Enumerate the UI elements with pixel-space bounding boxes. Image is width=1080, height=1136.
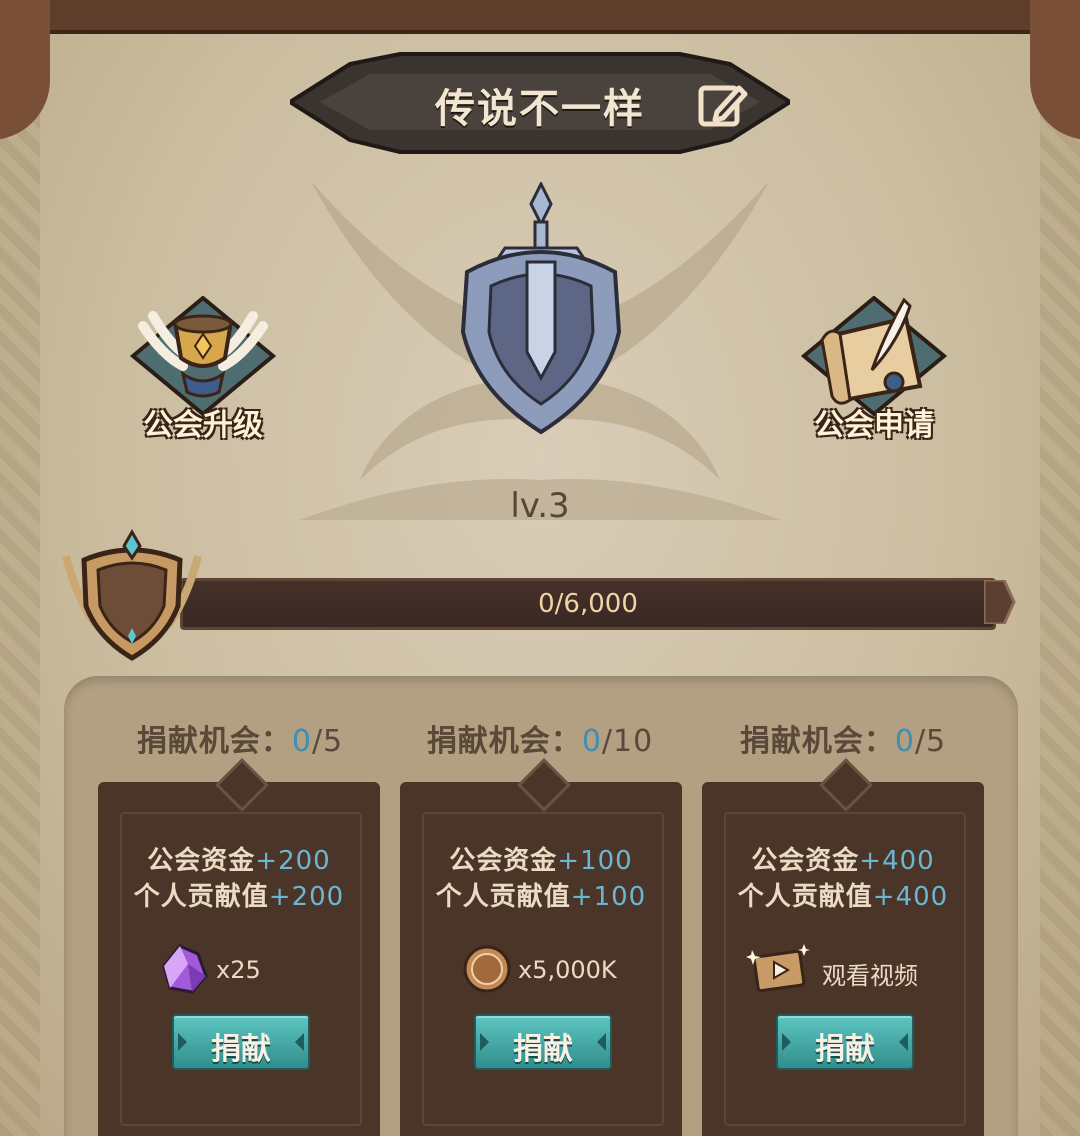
chance-current: 0 [894, 724, 915, 759]
donate-button-label: 捐献 [211, 1032, 271, 1067]
fund-label: 公会资金 [751, 846, 860, 876]
donate-button-label: 捐献 [815, 1032, 875, 1067]
donation-chance-1: 捐献机会：0/5 [90, 716, 390, 760]
contrib-label: 个人贡献值 [737, 882, 873, 912]
top-border [0, 0, 1080, 34]
contrib-value: +200 [268, 882, 345, 912]
right-border [1040, 0, 1080, 1136]
chance-max: /5 [311, 724, 344, 759]
edit-name-icon[interactable] [695, 78, 749, 132]
exp-text: 0/6,000 [538, 589, 638, 619]
gold-coin-icon [463, 945, 511, 993]
video-film-icon [746, 944, 810, 993]
donation-card-gold: 公会资金+100 个人贡献值+100 x5,000K 捐献 [400, 758, 682, 1136]
guild-level: lv.3 [510, 486, 570, 526]
fund-value: +200 [255, 846, 331, 876]
donation-chance-3: 捐献机会：0/5 [693, 716, 993, 760]
donation-card-crystal: 公会资金+200 个人贡献值+200 x25 捐献 [98, 758, 380, 1136]
donation-chance-2: 捐献机会：0/10 [390, 716, 690, 760]
guild-fund-reward: 公会资金+200 [98, 840, 380, 877]
cost-text: 观看视频 [822, 962, 918, 990]
contrib-label: 个人贡献值 [435, 882, 571, 912]
bar-end-cap [984, 580, 1016, 624]
chance-current: 0 [581, 724, 602, 759]
chance-label: 捐献机会： [739, 724, 895, 759]
guild-apply-label: 公会申请 [814, 408, 934, 443]
chance-current: 0 [291, 724, 312, 759]
guild-fund-reward: 公会资金+100 [400, 840, 682, 877]
exp-track: 0/6,000 [180, 578, 996, 630]
fund-value: +100 [557, 846, 633, 876]
purple-crystal-icon [162, 944, 208, 994]
personal-contribution-reward: 个人贡献值+100 [400, 876, 682, 913]
chance-label: 捐献机会： [136, 724, 292, 759]
chance-label: 捐献机会： [426, 724, 582, 759]
contrib-value: +100 [570, 882, 647, 912]
guild-name-banner: 传说不一样 [290, 52, 790, 156]
guild-screen: 传说不一样 公会升级 公会申请 lv.3 0/6,000 捐献机会：0/5 捐献… [0, 0, 1080, 1136]
guild-apply-button[interactable]: 公会申请 [794, 295, 954, 446]
level-shield-icon [62, 528, 202, 661]
fund-value: +400 [859, 846, 935, 876]
donation-cost: x5,000K [400, 942, 682, 1002]
left-border [0, 0, 40, 1136]
contrib-value: +400 [872, 882, 949, 912]
trophy-icon [129, 295, 277, 417]
contrib-label: 个人贡献值 [133, 882, 269, 912]
guild-emblem-icon [460, 182, 622, 435]
donate-button[interactable]: 捐献 [776, 1014, 914, 1070]
guild-exp-bar: 0/6,000 [160, 572, 1016, 630]
chance-max: /5 [914, 724, 947, 759]
corner-decoration-right [1030, 0, 1080, 140]
fund-label: 公会资金 [147, 846, 256, 876]
donate-button-label: 捐献 [513, 1032, 573, 1067]
cost-text: x25 [216, 956, 261, 984]
chance-max: /10 [601, 724, 654, 759]
guild-upgrade-label: 公会升级 [143, 408, 263, 443]
corner-decoration-left [0, 0, 50, 140]
donate-button[interactable]: 捐献 [172, 1014, 310, 1070]
scroll-quill-icon [800, 295, 948, 417]
fund-label: 公会资金 [449, 846, 558, 876]
donation-card-video: 公会资金+400 个人贡献值+400 观看视频 捐献 [702, 758, 984, 1136]
guild-fund-reward: 公会资金+400 [702, 840, 984, 877]
donate-button[interactable]: 捐献 [474, 1014, 612, 1070]
cost-text: x5,000K [518, 956, 617, 984]
donation-cost: 观看视频 [702, 942, 984, 1002]
donation-cost: x25 [98, 942, 380, 1002]
personal-contribution-reward: 个人贡献值+400 [702, 876, 984, 913]
guild-upgrade-button[interactable]: 公会升级 [123, 295, 283, 446]
personal-contribution-reward: 个人贡献值+200 [98, 876, 380, 913]
